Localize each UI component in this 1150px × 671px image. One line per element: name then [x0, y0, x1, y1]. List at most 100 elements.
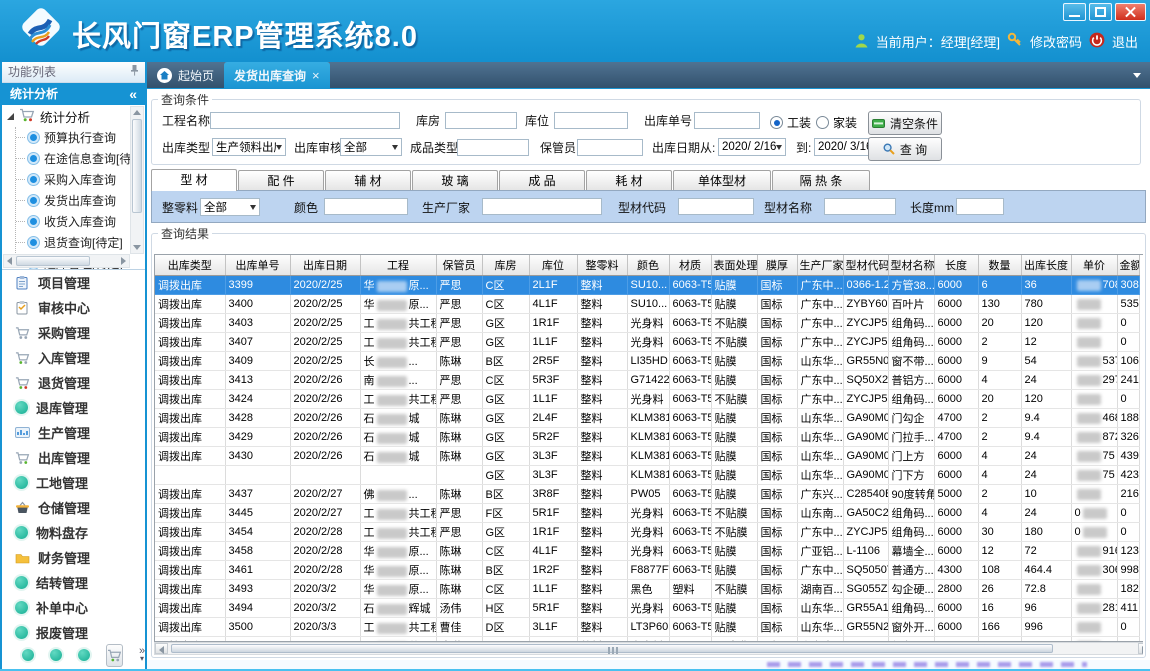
table-cell[interactable]: 光身料 [627, 333, 669, 352]
table-cell[interactable]: G区 [482, 409, 529, 428]
table-cell[interactable]: 国标 [757, 352, 797, 371]
table-cell[interactable]: 3L1F [529, 618, 577, 637]
table-cell[interactable]: 黑色 [627, 580, 669, 599]
table-cell[interactable]: 门拉手... [888, 428, 934, 447]
table-cell[interactable]: H区 [482, 599, 529, 618]
table-cell[interactable]: 湖南百... [797, 580, 843, 599]
table-cell[interactable] [1071, 314, 1117, 333]
table-cell[interactable]: 6063-T5 [669, 276, 711, 295]
table-cell[interactable]: 6063-T5 [669, 390, 711, 409]
column-header[interactable]: 型材名称 [888, 255, 934, 276]
material-tab-5[interactable]: 耗 材 [586, 170, 672, 191]
table-cell[interactable]: G区 [482, 523, 529, 542]
table-cell[interactable]: 整料 [577, 599, 627, 618]
table-cell[interactable]: 6000 [934, 352, 978, 371]
material-tab-2[interactable]: 辅 材 [325, 170, 411, 191]
table-cell[interactable]: C区 [482, 580, 529, 599]
table-cell[interactable]: 2 [978, 485, 1021, 504]
table-cell[interactable]: G区 [482, 314, 529, 333]
table-cell[interactable] [225, 466, 290, 485]
collapse-icon[interactable] [129, 83, 137, 106]
table-cell[interactable]: GA90M07. [843, 428, 888, 447]
table-cell[interactable]: 780 [1021, 295, 1071, 314]
table-cell[interactable]: 严思 [436, 523, 482, 542]
table-cell[interactable]: 整料 [577, 428, 627, 447]
table-cell[interactable]: 山东华... [797, 352, 843, 371]
table-cell[interactable]: 1L1F [529, 333, 577, 352]
table-cell[interactable]: C区 [482, 276, 529, 295]
table-cell[interactable]: GR55A11 [843, 599, 888, 618]
tree-item-5[interactable]: 退货查询[待定] [2, 232, 145, 253]
sidebar-item-8[interactable]: 工地管理 [2, 470, 145, 495]
table-cell[interactable]: C28540B [843, 485, 888, 504]
table-cell[interactable]: 6000 [934, 542, 978, 561]
table-cell[interactable]: 山东华... [797, 599, 843, 618]
table-cell[interactable]: 调拨出库 [155, 295, 225, 314]
more-modules-chevron-icon[interactable] [139, 647, 145, 663]
table-cell[interactable]: 3L3F [529, 447, 577, 466]
table-cell[interactable]: 2020/3/2 [290, 580, 360, 599]
table-cell[interactable]: 72.8 [1021, 580, 1071, 599]
tree-root-statistics[interactable]: 统计分析 [2, 105, 145, 127]
table-cell[interactable]: 调拨出库 [155, 447, 225, 466]
table-cell[interactable]: 20 [978, 314, 1021, 333]
table-cell[interactable]: 调拨出库 [155, 618, 225, 637]
table-cell[interactable]: 6000 [934, 371, 978, 390]
table-cell[interactable]: 2020/2/25 [290, 352, 360, 371]
column-header[interactable]: 工程 [360, 255, 436, 276]
table-cell[interactable]: 严思 [436, 504, 482, 523]
table-cell[interactable]: 411 [1117, 599, 1139, 618]
table-cell[interactable]: 国标 [757, 523, 797, 542]
table-cell[interactable]: 整料 [577, 333, 627, 352]
module-circle-icon[interactable] [78, 649, 90, 661]
table-cell[interactable]: 120 [1021, 314, 1071, 333]
table-cell[interactable]: 2020/2/25 [290, 276, 360, 295]
table-cell[interactable]: PW05 [627, 485, 669, 504]
table-cell[interactable]: 6000 [934, 504, 978, 523]
table-cell[interactable]: 贴膜 [711, 599, 757, 618]
table-cell[interactable]: 陈琳 [436, 447, 482, 466]
table-cell[interactable]: 百叶片 [888, 295, 934, 314]
table-cell[interactable]: 山东南... [797, 504, 843, 523]
table-cell[interactable]: C区 [482, 371, 529, 390]
table-cell[interactable]: 不贴膜 [711, 333, 757, 352]
table-cell[interactable]: C区 [482, 295, 529, 314]
table-cell[interactable]: 9.4 [1021, 428, 1071, 447]
table-cell[interactable]: 工共工程 [360, 523, 436, 542]
table-cell[interactable]: 门上方 [888, 447, 934, 466]
table-cell[interactable]: 陈琳 [436, 542, 482, 561]
table-row[interactable]: G区3L3F整料KLM38176063-T5贴膜国标山东华...GA90M09.… [155, 466, 1139, 485]
material-tab-4[interactable]: 成 品 [499, 170, 585, 191]
table-cell[interactable]: 山东华... [797, 618, 843, 637]
table-row[interactable]: 调拨出库34282020/2/26石城陈琳G区2L4F整料KLM38176063… [155, 409, 1139, 428]
table-row[interactable]: 调拨出库34452020/2/27工共工程严思F区5R1F整料光身料6063-T… [155, 504, 1139, 523]
table-cell[interactable]: 窗不带... [888, 352, 934, 371]
table-cell[interactable]: 2972 [1071, 371, 1117, 390]
table-cell[interactable]: 3413 [225, 371, 290, 390]
table-cell[interactable] [1071, 618, 1117, 637]
table-cell[interactable] [1071, 295, 1117, 314]
table-cell[interactable]: 0366-1.2 [843, 276, 888, 295]
material-tab-3[interactable]: 玻 璃 [412, 170, 498, 191]
table-cell[interactable]: 陈琳 [436, 428, 482, 447]
table-cell[interactable]: 广东中... [797, 314, 843, 333]
column-header[interactable]: 出库长度 [1021, 255, 1071, 276]
table-cell[interactable]: 4300 [934, 561, 978, 580]
table-cell[interactable]: 方管38... [888, 276, 934, 295]
table-cell[interactable]: 5R3F [529, 371, 577, 390]
sidebar-item-14[interactable]: 报废管理 [2, 620, 145, 645]
table-cell[interactable]: 山东华... [797, 409, 843, 428]
table-cell[interactable]: 6063-T5 [669, 542, 711, 561]
table-cell[interactable]: 调拨出库 [155, 599, 225, 618]
table-cell[interactable]: 3424 [225, 390, 290, 409]
horizontal-scroll-thumb[interactable] [171, 644, 1053, 653]
table-row[interactable]: 调拨出库33992020/2/25华原...严思C区2L1F整料SU10...6… [155, 276, 1139, 295]
table-cell[interactable]: 工共工程 [360, 618, 436, 637]
table-cell[interactable]: 3R8F [529, 485, 577, 504]
table-cell[interactable]: SU10... [627, 276, 669, 295]
table-cell[interactable]: 16 [978, 599, 1021, 618]
material-tab-7[interactable]: 隔 热 条 [772, 170, 870, 191]
table-cell[interactable]: 整料 [577, 409, 627, 428]
column-header[interactable]: 生产厂家 [797, 255, 843, 276]
column-header[interactable]: 出库日期 [290, 255, 360, 276]
